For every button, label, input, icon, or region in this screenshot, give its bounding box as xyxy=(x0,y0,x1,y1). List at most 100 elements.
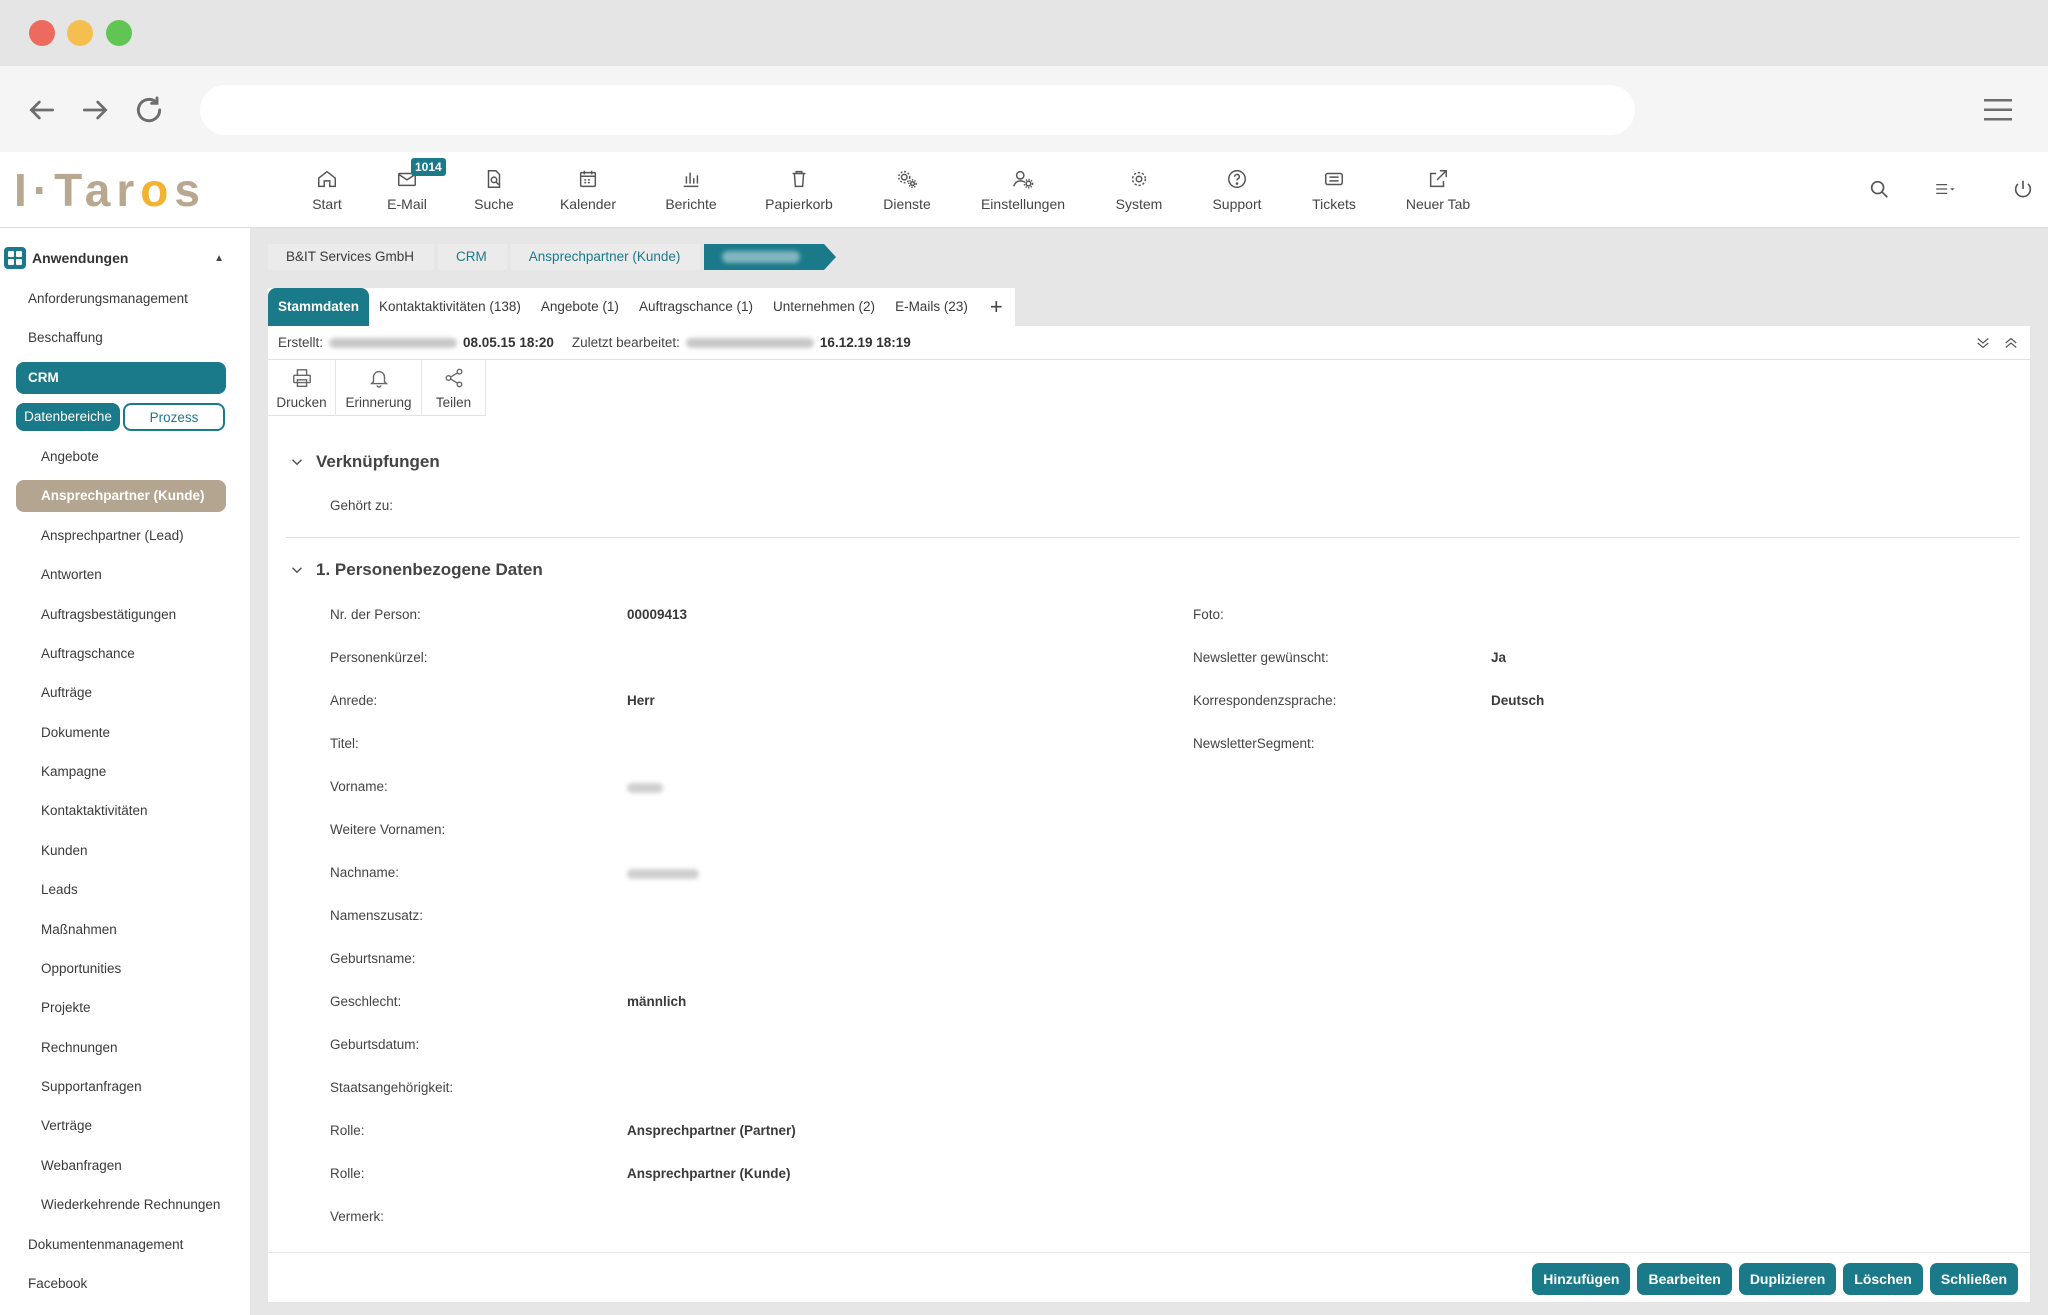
sidebar-item-projekte[interactable]: Projekte xyxy=(16,992,226,1024)
gear-icon xyxy=(1131,171,1147,187)
duplicate-button[interactable]: Duplizieren xyxy=(1738,1263,1837,1295)
tab-auftragschance[interactable]: Auftragschance (1) xyxy=(629,288,763,326)
add-button[interactable]: Hinzufügen xyxy=(1532,1263,1631,1295)
print-button[interactable]: Drucken xyxy=(268,360,336,416)
edit-button[interactable]: Bearbeiten xyxy=(1637,1263,1732,1295)
maximize-window-button[interactable] xyxy=(106,20,132,46)
breadcrumb-crm[interactable]: CRM xyxy=(438,244,507,270)
sidebar-item-ansprechpartner-kunde[interactable]: Ansprechpartner (Kunde) xyxy=(16,480,226,512)
toolbar-email[interactable]: 1014 E-Mail xyxy=(364,152,450,228)
ticket-icon xyxy=(1325,172,1343,186)
toolbar-neuer-tab[interactable]: Neuer Tab xyxy=(1386,152,1490,228)
browser-navbar xyxy=(0,66,2048,152)
apps-grid-icon xyxy=(4,247,26,269)
sidebar-item-auftragsbestaetigungen[interactable]: Auftragsbestätigungen xyxy=(16,599,226,631)
tab-stammdaten[interactable]: Stammdaten xyxy=(268,288,370,326)
tab-unternehmen[interactable]: Unternehmen (2) xyxy=(763,288,885,326)
section-verknuepfungen[interactable]: Verknüpfungen xyxy=(288,452,440,472)
forward-arrow-icon[interactable] xyxy=(79,94,111,126)
reload-icon[interactable] xyxy=(133,94,165,126)
breadcrumb: B&IT Services GmbH CRM Ansprechpartner (… xyxy=(268,244,837,270)
record-tabs: Stammdaten Kontaktaktivitäten (138) Ange… xyxy=(268,288,1015,326)
segment-datenbereiche[interactable]: Datenbereiche xyxy=(16,403,120,431)
sidebar-item-opportunities[interactable]: Opportunities xyxy=(16,953,226,985)
field-label-anrede: Anrede: xyxy=(330,693,378,708)
toolbar-tickets[interactable]: Tickets xyxy=(1282,152,1386,228)
sidebar-item-dokumente[interactable]: Dokumente xyxy=(16,717,226,749)
sidebar-item-facebook[interactable]: Facebook xyxy=(16,1268,226,1300)
toolbar-system[interactable]: System xyxy=(1086,152,1192,228)
sidebar-item-auftragschance[interactable]: Auftragschance xyxy=(16,638,226,670)
field-label-geburtsdatum: Geburtsdatum: xyxy=(330,1037,420,1052)
chevron-down-icon xyxy=(291,459,303,466)
tab-kontaktaktivitaeten[interactable]: Kontaktaktivitäten (138) xyxy=(369,288,531,326)
toolbar-support[interactable]: Support xyxy=(1192,152,1282,228)
list-menu-icon[interactable] xyxy=(1934,178,1956,205)
breadcrumb-current-record xyxy=(704,244,837,270)
field-label-vorname: Vorname: xyxy=(330,779,388,794)
toolbar-start[interactable]: Start xyxy=(290,152,364,228)
field-label-newsletter: Newsletter gewünscht: xyxy=(1193,650,1329,665)
field-label-korrespondenzsprache: Korrespondenzsprache: xyxy=(1193,693,1337,708)
record-panel: Erstellt: 08.05.15 18:20 Zuletzt bearbei… xyxy=(268,326,2030,1302)
sidebar-item-auftraege[interactable]: Aufträge xyxy=(16,677,226,709)
sidebar-item-supportanfragen[interactable]: Supportanfragen xyxy=(16,1071,226,1103)
sidebar-item-anforderungsmanagement[interactable]: Anforderungsmanagement xyxy=(16,283,226,315)
power-icon[interactable] xyxy=(2012,178,2034,205)
record-actions: Drucken Erinnerung Teilen xyxy=(268,360,486,416)
sidebar-item-ansprechpartner-lead[interactable]: Ansprechpartner (Lead) xyxy=(16,520,226,552)
field-label-geschlecht: Geschlecht: xyxy=(330,994,402,1009)
toolbar-papierkorb[interactable]: Papierkorb xyxy=(744,152,854,228)
main-content: B&IT Services GmbH CRM Ansprechpartner (… xyxy=(268,242,2030,1302)
reminder-button[interactable]: Erinnerung xyxy=(336,360,422,416)
sidebar-item-crm[interactable]: CRM xyxy=(16,362,226,394)
sidebar-item-dokumentenmanagement[interactable]: Dokumentenmanagement xyxy=(16,1229,226,1261)
sidebar-item-kontaktaktivitaeten[interactable]: Kontaktaktivitäten xyxy=(16,795,226,827)
delete-button[interactable]: Löschen xyxy=(1843,1263,1923,1295)
toolbar-berichte[interactable]: Berichte xyxy=(638,152,744,228)
breadcrumb-company[interactable]: B&IT Services GmbH xyxy=(268,244,435,270)
browser-menu-icon[interactable] xyxy=(1982,96,2014,124)
tab-angebote[interactable]: Angebote (1) xyxy=(531,288,629,326)
sidebar-item-beschaffung[interactable]: Beschaffung xyxy=(16,322,226,354)
field-label-foto: Foto: xyxy=(1193,607,1224,622)
trash-icon xyxy=(792,170,806,188)
field-value-geschlecht: männlich xyxy=(627,994,687,1009)
share-button[interactable]: Teilen xyxy=(422,360,486,416)
sidebar-item-webanfragen[interactable]: Webanfragen xyxy=(16,1150,226,1182)
sidebar-item-wiederkehrende-rechnungen[interactable]: Wiederkehrende Rechnungen xyxy=(16,1189,226,1221)
collapse-all-icon[interactable] xyxy=(1974,334,1992,352)
toolbar-dienste[interactable]: Dienste xyxy=(854,152,960,228)
back-arrow-icon[interactable] xyxy=(26,94,58,126)
field-value-rolle-1: Ansprechpartner (Partner) xyxy=(627,1123,796,1138)
address-bar[interactable] xyxy=(200,85,1635,135)
sidebar-item-kampagne[interactable]: Kampagne xyxy=(16,756,226,788)
sidebar-header-anwendungen[interactable]: Anwendungen ▲ xyxy=(4,246,224,270)
sidebar-item-rechnungen[interactable]: Rechnungen xyxy=(16,1032,226,1064)
section-personenbezogene-daten[interactable]: 1. Personenbezogene Daten xyxy=(288,560,543,580)
itaros-logo: I·Tar o s xyxy=(14,164,206,216)
bell-icon xyxy=(369,370,388,388)
toolbar-einstellungen[interactable]: Einstellungen xyxy=(960,152,1086,228)
minimize-window-button[interactable] xyxy=(67,20,93,46)
field-value-anrede: Herr xyxy=(627,693,655,708)
sidebar-item-vertraege[interactable]: Verträge xyxy=(16,1110,226,1142)
sidebar-item-massnahmen[interactable]: Maßnahmen xyxy=(16,914,226,946)
sidebar-item-kunden[interactable]: Kunden xyxy=(16,835,226,867)
expand-all-icon[interactable] xyxy=(2002,334,2020,352)
segment-prozess[interactable]: Prozess xyxy=(123,403,225,431)
sidebar-item-leads[interactable]: Leads xyxy=(16,874,226,906)
toolbar-kalender[interactable]: Kalender xyxy=(538,152,638,228)
close-window-button[interactable] xyxy=(29,20,55,46)
gears-icon xyxy=(898,170,917,188)
field-label-gehoert-zu: Gehört zu: xyxy=(330,498,394,513)
breadcrumb-ansprechpartner[interactable]: Ansprechpartner (Kunde) xyxy=(510,244,701,270)
toolbar-suche[interactable]: Suche xyxy=(450,152,538,228)
add-tab-button[interactable]: + xyxy=(978,288,1015,326)
close-button[interactable]: Schließen xyxy=(1929,1263,2018,1295)
printer-icon xyxy=(292,368,311,387)
search-icon[interactable] xyxy=(1868,178,1890,205)
sidebar-item-antworten[interactable]: Antworten xyxy=(16,559,226,591)
sidebar-item-angebote[interactable]: Angebote xyxy=(16,441,226,473)
tab-emails[interactable]: E-Mails (23) xyxy=(885,288,978,326)
